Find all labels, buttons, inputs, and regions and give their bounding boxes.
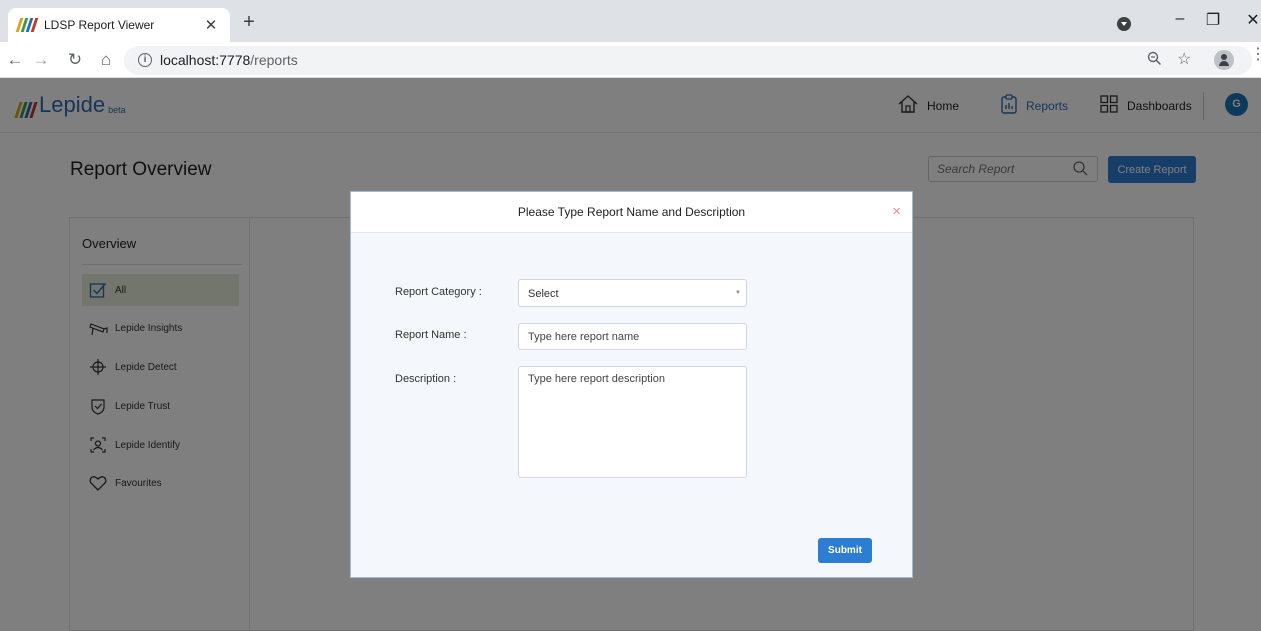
- submit-button[interactable]: Submit: [818, 538, 872, 563]
- new-tab-button[interactable]: +: [237, 11, 261, 35]
- profile-indicator-icon[interactable]: [1117, 17, 1131, 31]
- create-report-dialog: Please Type Report Name and Description …: [350, 191, 913, 578]
- site-info-icon[interactable]: i: [138, 53, 152, 67]
- lepide-favicon-icon: [15, 18, 39, 32]
- reload-icon[interactable]: ↻: [63, 48, 87, 72]
- zoom-icon[interactable]: [1147, 51, 1162, 70]
- back-icon[interactable]: ←: [3, 48, 27, 72]
- report-category-value: Select: [528, 288, 559, 300]
- bookmark-star-icon[interactable]: ☆: [1177, 49, 1191, 69]
- report-name-label: Report Name :: [395, 329, 467, 341]
- dialog-header: Please Type Report Name and Description …: [351, 192, 912, 233]
- chevron-down-icon: ▼: [735, 290, 741, 296]
- tab-close-icon[interactable]: ✕: [202, 16, 220, 34]
- url-text: localhost:7778/reports: [160, 52, 298, 68]
- address-bar[interactable]: i localhost:7778/reports ☆: [124, 46, 1252, 75]
- description-label: Description :: [395, 373, 457, 385]
- browser-tab-strip: LDSP Report Viewer ✕ + – ❐ ✕: [0, 0, 1261, 42]
- restore-icon[interactable]: ❐: [1198, 10, 1228, 30]
- dialog-title: Please Type Report Name and Description: [517, 205, 746, 219]
- forward-icon[interactable]: →: [29, 48, 53, 72]
- report-category-select[interactable]: Select ▼: [518, 279, 747, 307]
- home-icon[interactable]: ⌂: [94, 48, 118, 72]
- report-category-label: Report Category :: [395, 286, 482, 298]
- tab-title: LDSP Report Viewer: [44, 18, 155, 32]
- account-icon[interactable]: [1214, 50, 1234, 70]
- browser-tab[interactable]: LDSP Report Viewer ✕: [8, 8, 230, 42]
- browser-toolbar: ← → ↻ ⌂ i localhost:7778/reports ☆ ⋮: [0, 42, 1261, 78]
- description-textarea[interactable]: [518, 366, 747, 478]
- window-close-icon[interactable]: ✕: [1238, 10, 1261, 30]
- dialog-close-icon[interactable]: ×: [892, 204, 901, 220]
- browser-menu-icon[interactable]: ⋮: [1250, 44, 1261, 64]
- report-name-input[interactable]: [518, 323, 747, 350]
- minimize-icon[interactable]: –: [1165, 10, 1195, 28]
